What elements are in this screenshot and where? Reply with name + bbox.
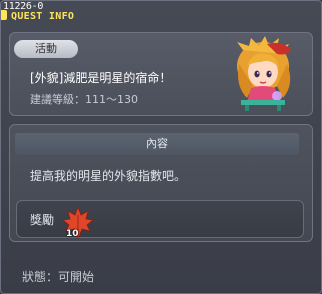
recommended-level: 建議等級：111～130 (30, 93, 138, 106)
quest-name: [外貌]減肥是明星的宿命！ (30, 71, 172, 85)
reward-box (16, 200, 304, 238)
reward-label: 獎勵 (30, 213, 55, 227)
title-bar[interactable]: 11226-0 QUEST INFO (1, 1, 321, 23)
category-badge: 活動 (14, 40, 78, 58)
content-header: 內容 (15, 133, 299, 155)
quest-status: 狀態：可開始 (22, 270, 95, 284)
npc-portrait (237, 36, 291, 111)
reward-quantity: 10 (66, 229, 79, 239)
quest-description: 提高我的明星的外貌指數吧。 (30, 169, 187, 183)
window-title: QUEST INFO (11, 11, 75, 22)
title-marker (1, 10, 7, 20)
